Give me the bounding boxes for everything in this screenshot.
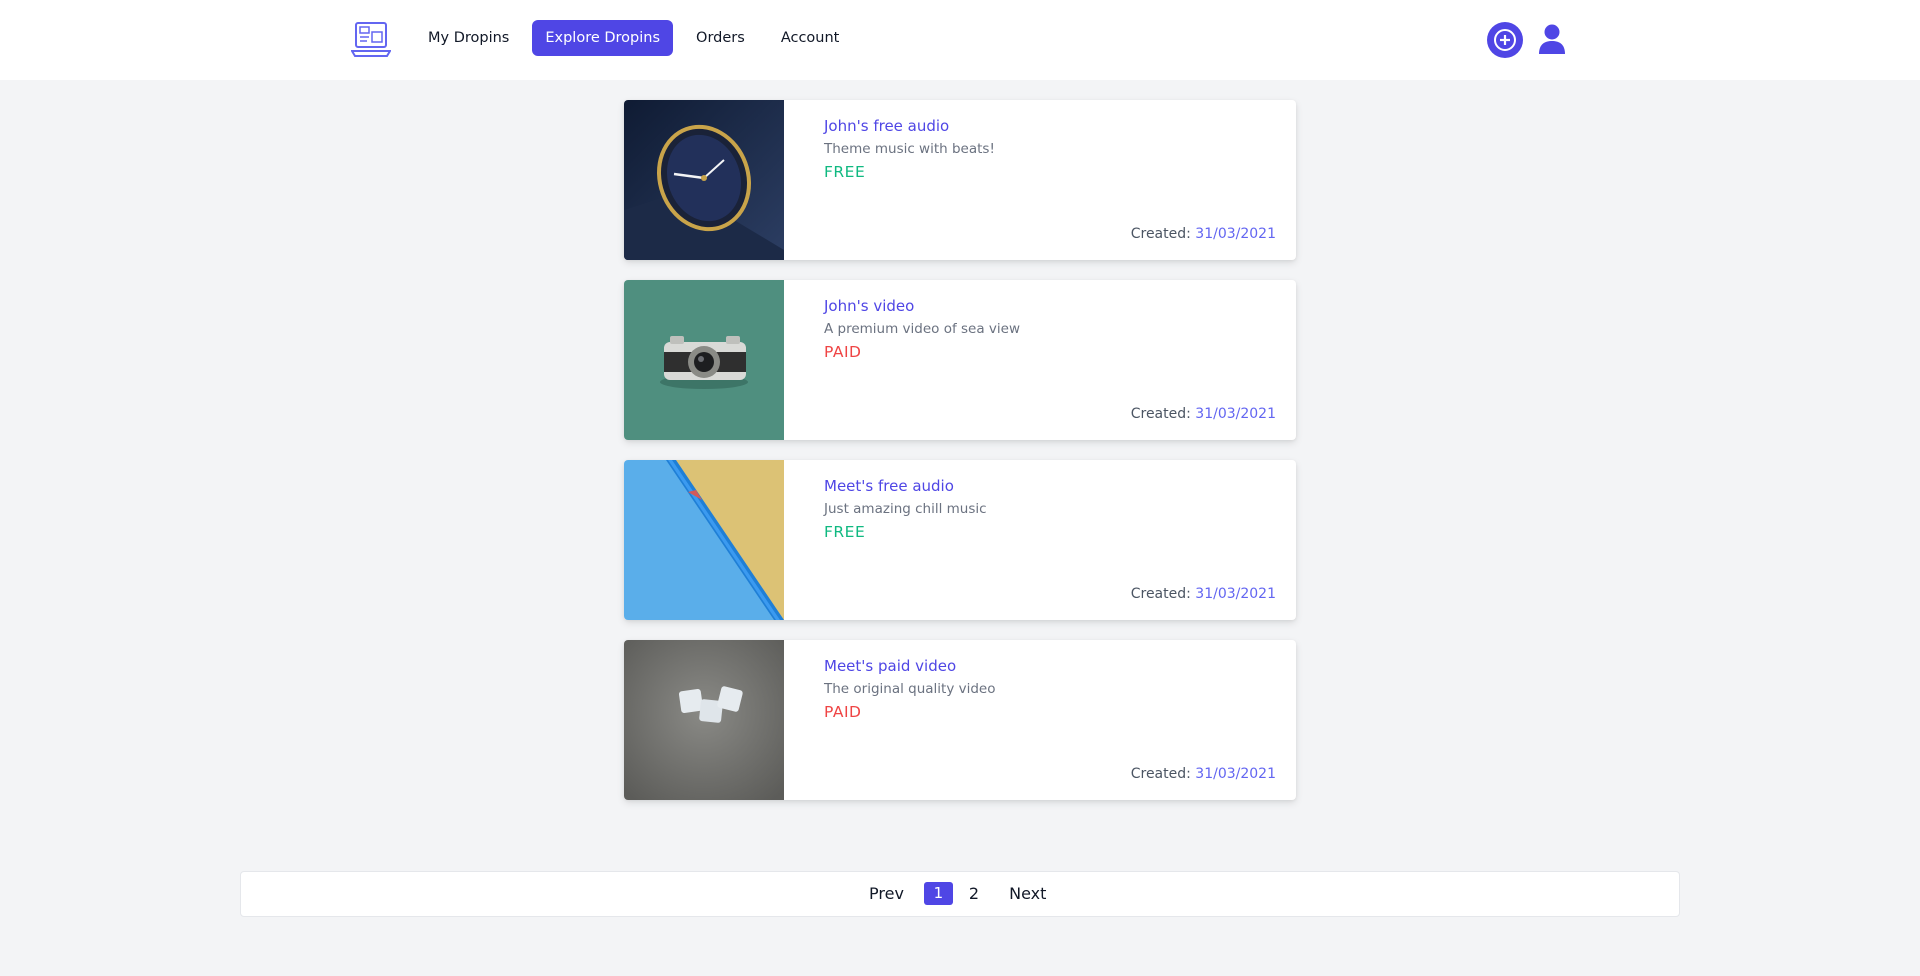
- dropin-card[interactable]: Meet's free audio Just amazing chill mus…: [624, 460, 1296, 620]
- created-date-value: 31/03/2021: [1195, 406, 1276, 422]
- created-date: Created: 31/03/2021: [1131, 586, 1276, 602]
- letter-tiles-thumbnail: [624, 640, 784, 800]
- price-badge: FREE: [824, 163, 866, 181]
- laptop-icon[interactable]: [351, 20, 391, 58]
- add-dropin-button[interactable]: [1487, 22, 1523, 58]
- pagination-bar: Prev 1 2 Next: [240, 871, 1680, 917]
- created-label: Created:: [1130, 766, 1191, 782]
- created-date-value: 31/03/2021: [1195, 226, 1276, 242]
- dropin-card[interactable]: John's video A premium video of sea view…: [624, 280, 1296, 440]
- card-title[interactable]: Meet's free audio: [824, 477, 987, 495]
- created-date: Created: 31/03/2021: [1131, 226, 1276, 242]
- price-badge: PAID: [824, 343, 862, 361]
- created-date-value: 31/03/2021: [1195, 586, 1276, 602]
- price-badge: FREE: [824, 523, 866, 541]
- watch-thumbnail: [624, 100, 784, 260]
- nav-explore-dropins[interactable]: Explore Dropins: [532, 20, 674, 56]
- created-date: Created: 31/03/2021: [1131, 406, 1276, 422]
- card-title[interactable]: John's video: [824, 297, 1020, 315]
- card-description: Just amazing chill music: [824, 501, 987, 517]
- prev-page-button[interactable]: Prev: [869, 884, 904, 903]
- nav-orders[interactable]: Orders: [683, 20, 758, 56]
- card-title[interactable]: Meet's paid video: [824, 657, 996, 675]
- created-label: Created:: [1130, 586, 1191, 602]
- card-description: The original quality video: [824, 681, 996, 697]
- user-icon[interactable]: [1537, 24, 1567, 56]
- created-date-value: 31/03/2021: [1195, 766, 1276, 782]
- dropin-card[interactable]: John's free audio Theme music with beats…: [624, 100, 1296, 260]
- page-2-button[interactable]: 2: [969, 884, 979, 903]
- nav-account[interactable]: Account: [768, 20, 853, 56]
- top-navbar: My Dropins Explore Dropins Orders Accoun…: [0, 0, 1920, 80]
- card-description: Theme music with beats!: [824, 141, 995, 157]
- card-description: A premium video of sea view: [824, 321, 1021, 337]
- dropin-list: John's free audio Theme music with beats…: [624, 100, 1296, 820]
- main-nav: My Dropins Explore Dropins Orders Accoun…: [415, 20, 852, 56]
- nav-my-dropins[interactable]: My Dropins: [415, 20, 522, 56]
- plus-circle-icon: [1494, 29, 1516, 51]
- pencil-thumbnail: [624, 460, 784, 620]
- dropin-card[interactable]: Meet's paid video The original quality v…: [624, 640, 1296, 800]
- price-badge: PAID: [824, 703, 862, 721]
- camera-thumbnail: [624, 280, 784, 440]
- page-1-button[interactable]: 1: [923, 882, 953, 905]
- next-page-button[interactable]: Next: [1009, 884, 1046, 903]
- created-label: Created:: [1130, 226, 1191, 242]
- pager: Prev 1 2 Next: [869, 882, 1046, 905]
- created-label: Created:: [1130, 406, 1191, 422]
- created-date: Created: 31/03/2021: [1131, 766, 1276, 782]
- card-title[interactable]: John's free audio: [824, 117, 995, 135]
